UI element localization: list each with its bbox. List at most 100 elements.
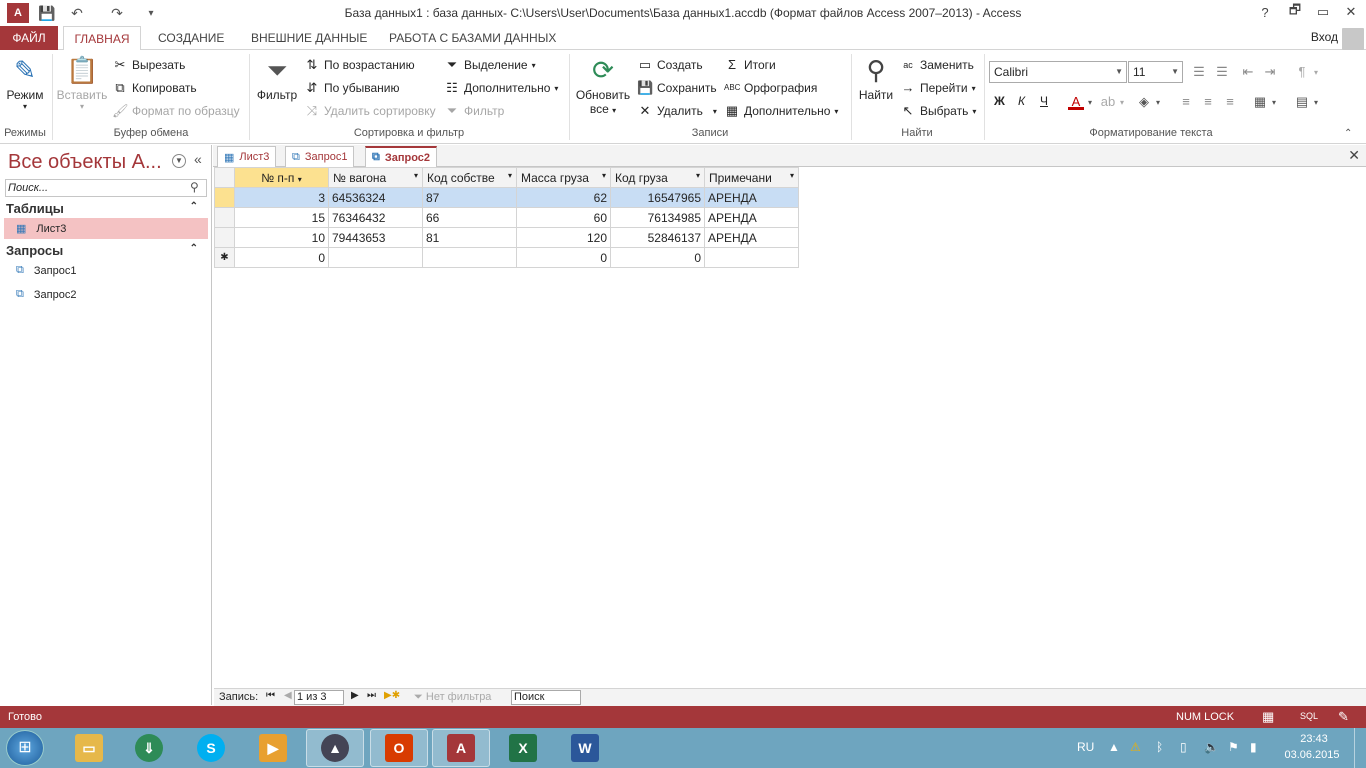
table-row[interactable]: 3 64536324 87 62 16547965 АРЕНДА [214,187,799,208]
table-cell[interactable]: 3 [234,187,329,208]
goto-button[interactable]: → Перейти ▾ [900,80,976,96]
bluetooth-icon[interactable]: ᛒ [1156,740,1163,754]
more-records-button[interactable]: ▦ Дополнительно ▾ [724,103,839,119]
previous-record-icon[interactable]: ◀ [284,690,292,701]
remove-sort-button[interactable]: ⤨ Удалить сортировку [304,103,436,119]
design-view-icon[interactable]: ✎ [1338,709,1349,725]
chevron-down-icon[interactable]: ▾ [696,171,700,180]
record-search-input[interactable]: Поиск [511,690,581,705]
tab-database-tools[interactable]: РАБОТА С БАЗАМИ ДАННЫХ [381,26,564,50]
align-right-button[interactable]: ≡ [1222,94,1238,110]
sort-ascending-button[interactable]: ⇅ По возрастанию [304,57,415,73]
taskbar-access[interactable]: A [432,729,490,767]
doc-tab-query1[interactable]: ⧉ Запрос1 [285,146,355,167]
table-cell[interactable]: 0 [234,247,329,268]
delete-record-button[interactable]: ✕ Удалить ▾ [637,103,717,119]
table-cell[interactable]: 10 [234,227,329,248]
table-cell[interactable]: 79443653 [328,227,423,248]
avatar[interactable] [1342,28,1364,50]
close-button[interactable]: ✕ [1338,2,1364,22]
table-cell[interactable]: АРЕНДА [704,207,799,228]
select-all-cell[interactable] [214,167,235,188]
table-cell[interactable]: 120 [516,227,611,248]
new-record-nav-icon[interactable]: ▶✱ [384,690,400,701]
highlight-button[interactable]: ab ▾ [1100,94,1124,110]
bold-button[interactable]: Ж [994,94,1005,108]
decrease-indent-button[interactable]: ⇤ [1240,64,1256,80]
new-record-row[interactable]: ✱ 0 0 0 [214,247,799,268]
alternate-row-color-button[interactable]: ▤ ▾ [1294,94,1318,110]
find-button[interactable]: ⚲ Найти [855,54,897,102]
taskbar-skype[interactable]: S [182,729,240,767]
toggle-filter-button[interactable]: ⏷ Фильтр [444,103,505,119]
chevron-down-icon[interactable]: ▾ [790,171,794,180]
maximize-button[interactable]: ▭ [1310,2,1336,22]
table-cell[interactable]: 76134985 [610,207,705,228]
nav-item-list3[interactable]: ▦ Лист3 [4,218,208,239]
table-cell[interactable]: 16547965 [610,187,705,208]
table-cell[interactable]: 64536324 [328,187,423,208]
table-row[interactable]: 15 76346432 66 60 76134985 АРЕНДА [214,207,799,228]
underline-button[interactable]: Ч [1040,94,1048,108]
selection-button[interactable]: ⏷ Выделение ▾ [444,57,536,73]
first-record-icon[interactable]: ⏮ [266,690,275,701]
last-record-icon[interactable]: ⏭ [367,690,376,701]
taskbar-excel[interactable]: X [494,729,552,767]
cut-button[interactable]: ✂ Вырезать [112,57,186,73]
collapse-pane-icon[interactable]: « [194,151,202,167]
sort-descending-button[interactable]: ⇵ По убыванию [304,80,400,96]
align-center-button[interactable]: ≡ [1200,94,1216,110]
table-cell[interactable]: 66 [422,207,517,228]
taskbar-downloader[interactable]: ⇓ [120,729,178,767]
row-selector[interactable] [214,187,235,208]
view-mode-button[interactable]: ✎ Режим ▾ [4,54,46,111]
tab-file[interactable]: ФАЙЛ [0,26,58,50]
row-selector[interactable] [214,227,235,248]
table-cell[interactable]: 87 [422,187,517,208]
table-cell[interactable]: 0 [610,247,705,268]
tab-home[interactable]: ГЛАВНАЯ [63,26,141,51]
table-cell[interactable]: 76346432 [328,207,423,228]
nav-item-query1[interactable]: ⧉ Запрос1 [4,260,208,281]
font-name-select[interactable]: Calibri ▼ [989,61,1127,83]
nav-search-input[interactable]: Поиск... [5,179,207,197]
align-left-button[interactable]: ≡ [1178,94,1194,110]
gridlines-button[interactable]: ▦ ▾ [1252,94,1276,110]
help-button[interactable]: ? [1252,2,1278,22]
column-header[interactable]: Код собстве ▾ [422,167,517,188]
font-color-button[interactable]: A ▾ [1068,94,1092,110]
language-indicator[interactable]: RU [1077,740,1094,754]
tab-external-data[interactable]: ВНЕШНИЕ ДАННЫЕ [243,26,375,50]
table-cell[interactable]: 60 [516,207,611,228]
doc-tab-list3[interactable]: ▦ Лист3 [217,146,277,167]
clock-time[interactable]: 23:43 [1286,733,1342,745]
warning-icon[interactable]: ⚠ [1130,740,1141,754]
save-record-button[interactable]: 💾 Сохранить [637,80,717,96]
paste-button[interactable]: 📋 Вставить ▾ [56,54,108,111]
italic-button[interactable]: К [1018,94,1025,108]
column-header[interactable]: № п-п ▾ [234,167,329,188]
table-cell[interactable]: АРЕНДА [704,227,799,248]
chevron-down-icon[interactable]: ▾ [414,171,418,180]
device-icon[interactable]: ▯ [1180,740,1187,754]
table-cell[interactable] [422,247,517,268]
spelling-button[interactable]: ABC Орфография [724,80,817,96]
tab-create[interactable]: СОЗДАНИЕ [150,26,232,50]
sign-in-link[interactable]: Вход [1311,30,1338,44]
network-icon[interactable]: ▮ [1250,740,1257,754]
filter-button[interactable]: ⏷ Фильтр [254,54,300,102]
table-cell[interactable] [328,247,423,268]
column-header[interactable]: Масса груза ▾ [516,167,611,188]
table-cell[interactable]: АРЕНДА [704,187,799,208]
record-position-input[interactable]: 1 из 3 [294,690,344,705]
taskbar-office[interactable]: O [370,729,428,767]
sql-view-button[interactable]: SQL [1300,711,1318,721]
table-cell[interactable]: 62 [516,187,611,208]
nav-group-tables[interactable]: Таблицы ⌃ [6,201,206,216]
font-size-select[interactable]: 11 ▼ [1128,61,1183,83]
copy-button[interactable]: ⧉ Копировать [112,80,196,96]
table-cell[interactable]: 52846137 [610,227,705,248]
select-button[interactable]: ↖ Выбрать ▾ [900,103,977,119]
next-record-icon[interactable]: ▶ [351,690,359,701]
nav-menu-icon[interactable]: ▼ [172,154,186,168]
